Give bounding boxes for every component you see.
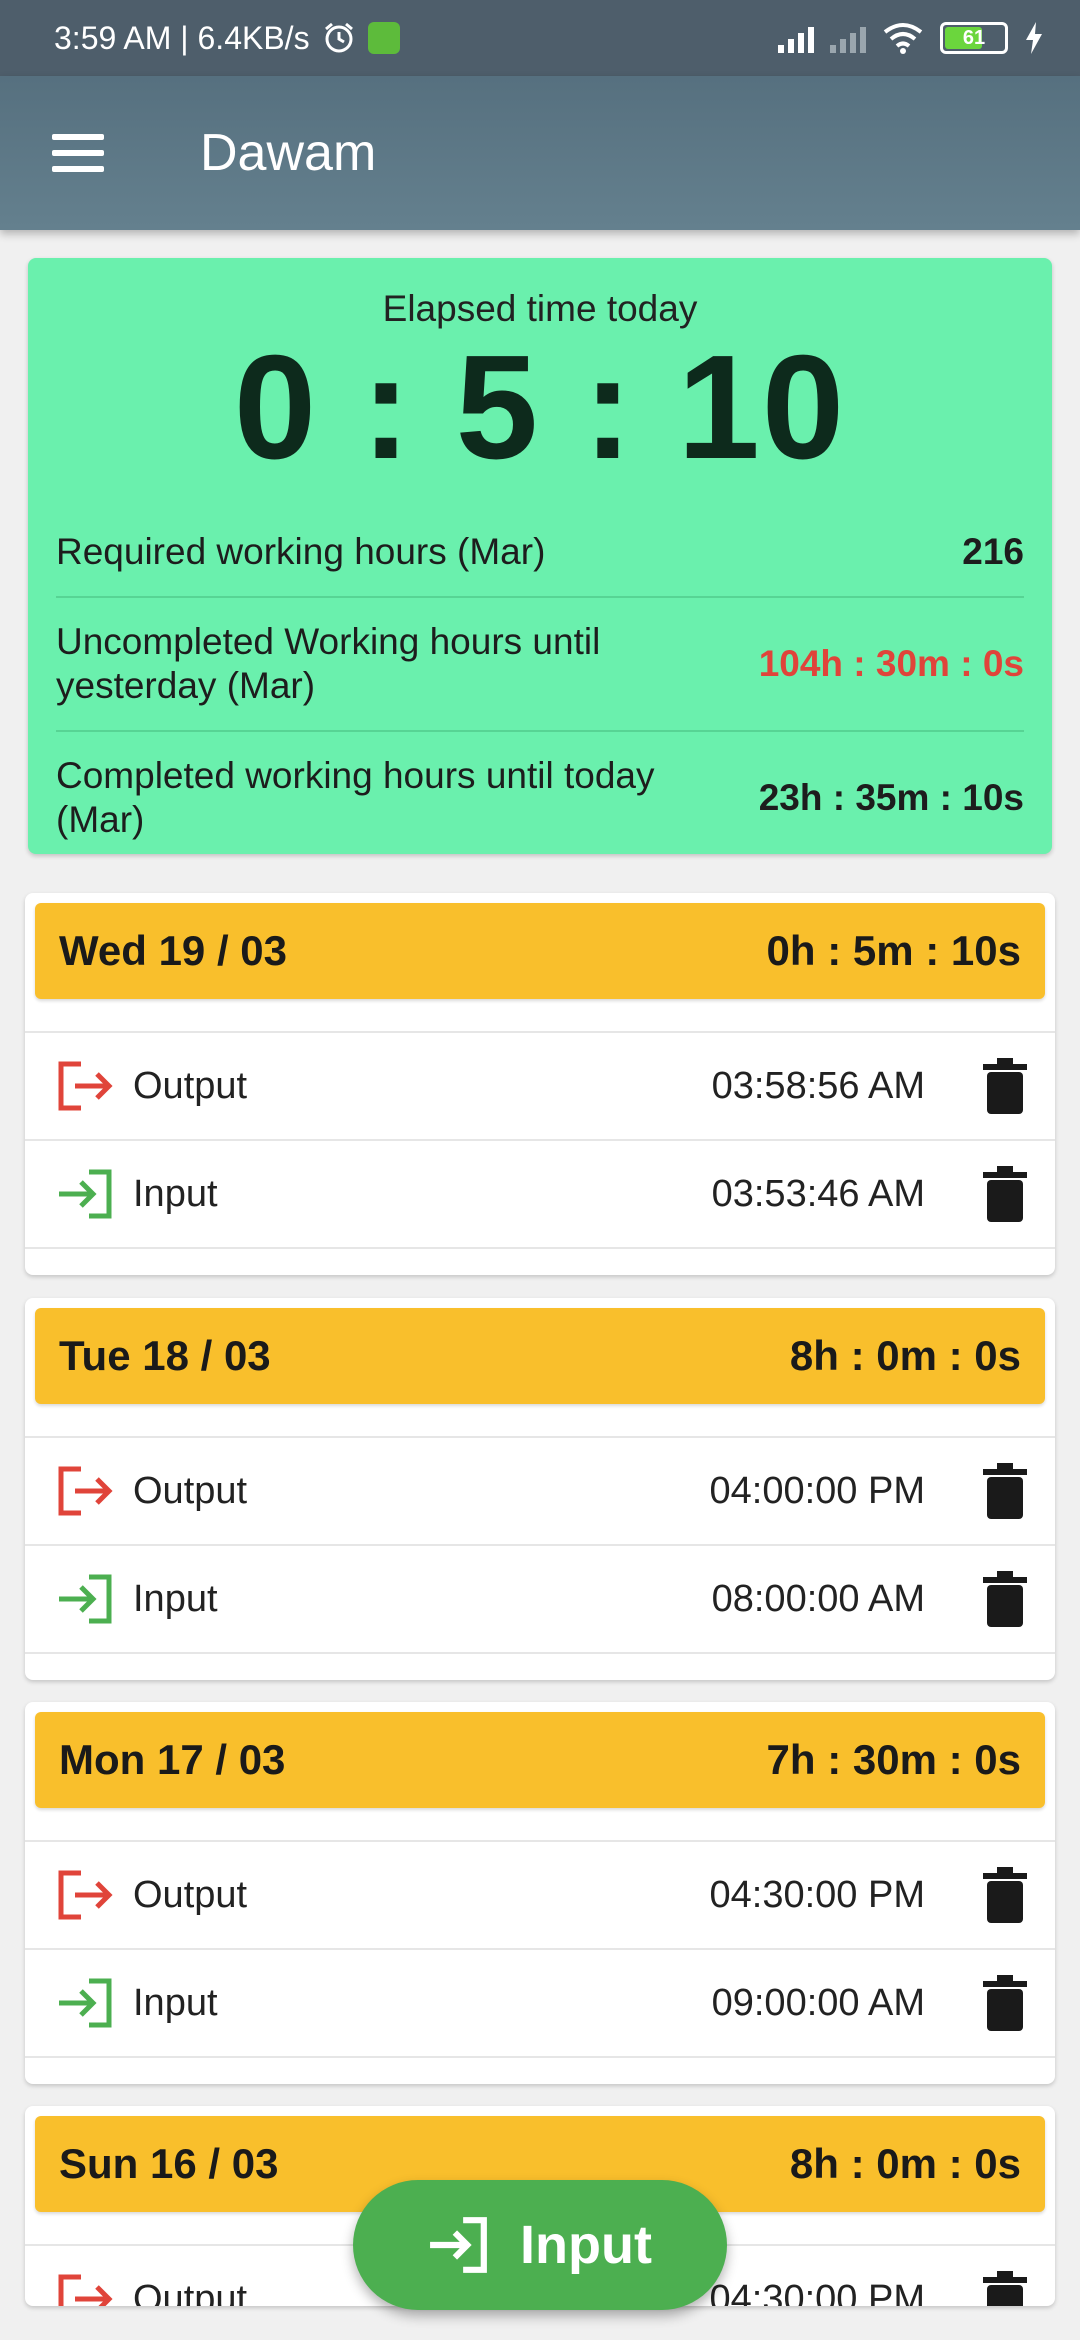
alarm-icon — [324, 22, 353, 53]
summary-row-value: 104h : 30m : 0s — [758, 643, 1024, 684]
entry-time: 08:00:00 AM — [711, 1577, 925, 1620]
day-total: 8h : 0m : 0s — [789, 1332, 1021, 1379]
entry-time: 04:00:00 PM — [709, 1469, 925, 1512]
entry-row[interactable]: Input 03:53:46 AM — [25, 1141, 1055, 1249]
entry-row[interactable]: Output 03:58:56 AM — [25, 1033, 1055, 1141]
login-icon — [59, 1978, 112, 2028]
app-bar: Dawam — [0, 76, 1080, 230]
day-date: Sun 16 / 03 — [59, 2140, 279, 2187]
trash-icon[interactable] — [983, 2271, 1027, 2306]
signal-icon — [778, 23, 814, 53]
summary-row-uncompleted: Uncompleted Working hours until yesterda… — [56, 598, 1024, 732]
entry-type: Output — [133, 2277, 248, 2307]
summary-row-label: Completed working hours until today (Mar… — [56, 755, 655, 840]
add-input-button[interactable]: Input — [353, 2180, 727, 2310]
logout-icon — [58, 2274, 113, 2306]
entry-type: Output — [133, 1469, 248, 1512]
day-header: Mon 17 / 03 7h : 30m : 0s — [35, 1712, 1045, 1808]
entry-type: Input — [133, 1172, 218, 1215]
trash-icon[interactable] — [983, 1975, 1027, 2031]
battery-icon: 61 — [940, 22, 1008, 54]
entry-time: 03:58:56 AM — [711, 1064, 925, 1107]
login-icon — [59, 1169, 112, 1219]
summary-row-label: Required working hours (Mar) — [56, 531, 546, 573]
entry-type: Input — [133, 1577, 218, 1620]
wifi-icon — [883, 23, 923, 54]
hamburger-menu-icon[interactable] — [52, 134, 104, 172]
day-header: Tue 18 / 03 8h : 0m : 0s — [35, 1308, 1045, 1404]
entry-time: 03:53:46 AM — [711, 1172, 925, 1215]
summary-row-value: 23h : 35m : 10s — [758, 777, 1024, 818]
login-icon — [430, 2217, 487, 2273]
summary-row-value: 216 — [962, 531, 1024, 572]
summary-row-label: Uncompleted Working hours until yesterda… — [56, 621, 601, 706]
day-date: Tue 18 / 03 — [59, 1332, 271, 1379]
app-title: Dawam — [200, 124, 377, 182]
trash-icon[interactable] — [983, 1166, 1027, 1222]
status-bar: 3:59 AM | 6.4KB/s 61 — [0, 0, 1080, 76]
charging-icon — [1026, 22, 1042, 54]
app-notification-icon — [367, 22, 400, 54]
day-total: 7h : 30m : 0s — [766, 1736, 1021, 1783]
day-card: Wed 19 / 03 0h : 5m : 10s Output 03:58:5… — [25, 893, 1055, 1275]
day-card: Tue 18 / 03 8h : 0m : 0s Output 04:00:00… — [25, 1298, 1055, 1680]
login-icon — [59, 1574, 112, 1624]
logout-icon — [58, 1466, 113, 1516]
entry-row[interactable]: Output 04:00:00 PM — [25, 1438, 1055, 1546]
summary-row-completed: Completed working hours until today (Mar… — [56, 732, 1024, 864]
logout-icon — [58, 1870, 113, 1920]
entry-row[interactable]: Input 09:00:00 AM — [25, 1950, 1055, 2058]
entry-time: 09:00:00 AM — [711, 1981, 925, 2024]
day-header: Wed 19 / 03 0h : 5m : 10s — [35, 903, 1045, 999]
entry-row[interactable]: Input 08:00:00 AM — [25, 1546, 1055, 1654]
entry-time: 04:30:00 PM — [709, 2277, 925, 2307]
status-time: 3:59 AM | 6.4KB/s — [54, 19, 310, 56]
signal-off-icon — [830, 23, 866, 53]
fab-label: Input — [520, 2215, 652, 2275]
day-total: 8h : 0m : 0s — [789, 2140, 1021, 2187]
trash-icon[interactable] — [983, 1058, 1027, 1114]
entry-time: 04:30:00 PM — [709, 1873, 925, 1916]
entry-type: Output — [133, 1064, 248, 1107]
day-card: Mon 17 / 03 7h : 30m : 0s Output 04:30:0… — [25, 1702, 1055, 2084]
elapsed-label: Elapsed time today — [382, 288, 698, 329]
entry-type: Input — [133, 1981, 218, 2024]
trash-icon[interactable] — [983, 1463, 1027, 1519]
summary-card: Elapsed time today 0 : 5 : 10 Required w… — [28, 258, 1052, 854]
trash-icon[interactable] — [983, 1867, 1027, 1923]
logout-icon — [58, 1061, 113, 1111]
entry-row[interactable]: Output 04:30:00 PM — [25, 1842, 1055, 1950]
day-total: 0h : 5m : 10s — [766, 927, 1021, 974]
battery-level: 61 — [962, 26, 986, 49]
day-date: Wed 19 / 03 — [59, 927, 288, 974]
summary-row-required: Required working hours (Mar) 216 — [56, 508, 1024, 598]
elapsed-time: 0 : 5 : 10 — [233, 325, 847, 490]
entry-type: Output — [133, 1873, 248, 1916]
day-date: Mon 17 / 03 — [59, 1736, 286, 1783]
trash-icon[interactable] — [983, 1571, 1027, 1627]
